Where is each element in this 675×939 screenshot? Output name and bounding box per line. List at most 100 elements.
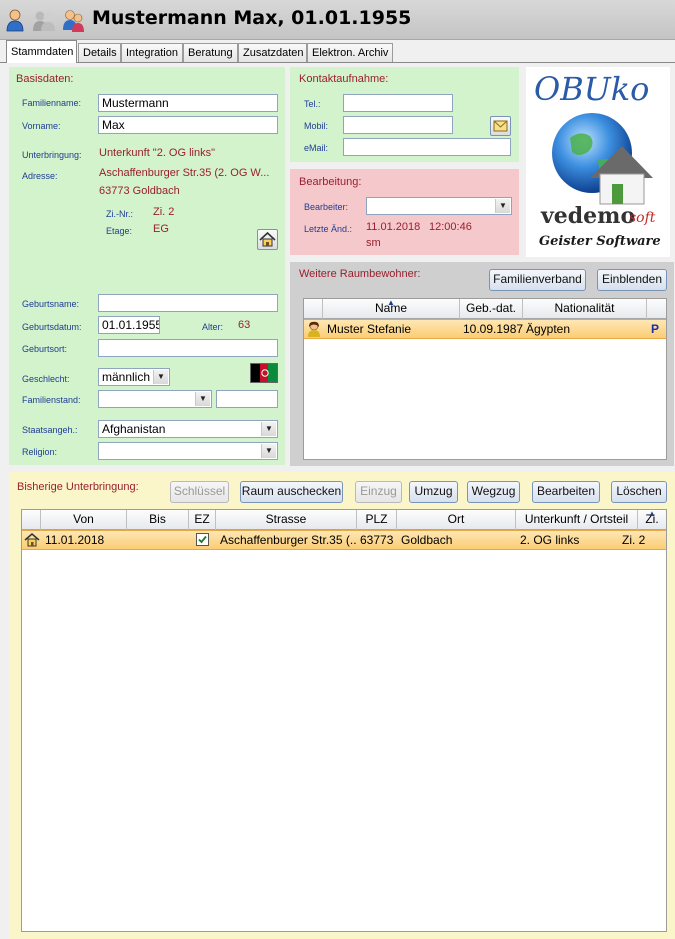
zinr-label: Zi.-Nr.: bbox=[106, 209, 133, 219]
cell-gebdat: 10.09.1987 bbox=[463, 322, 523, 336]
col-header-plz[interactable]: PLZ bbox=[357, 510, 397, 530]
bearbeiter-select[interactable]: ▼ bbox=[366, 197, 512, 215]
wegzug-button[interactable]: Wegzug bbox=[467, 481, 520, 503]
etage-value: EG bbox=[153, 223, 169, 235]
kontakt-title: Kontaktaufnahme: bbox=[299, 73, 389, 85]
letzte-aenderung-label: Letzte Änd.: bbox=[304, 224, 353, 234]
tab-zusatzdaten[interactable]: Zusatzdaten bbox=[238, 43, 307, 62]
cell-ort: Goldbach bbox=[401, 533, 453, 547]
col-header-name[interactable]: Name ▲ bbox=[323, 299, 460, 319]
adresse-label: Adresse: bbox=[22, 171, 58, 181]
tab-stammdaten[interactable]: Stammdaten bbox=[6, 40, 77, 63]
chevron-down-icon: ▼ bbox=[195, 392, 210, 406]
alter-value: 63 bbox=[238, 319, 251, 331]
afghanistan-flag-icon bbox=[250, 363, 278, 383]
familienverband-button[interactable]: Familienverband bbox=[489, 269, 586, 291]
cell-ez[interactable] bbox=[196, 531, 212, 549]
staatsangeh-select[interactable]: Afghanistan ▼ bbox=[98, 420, 278, 438]
send-mail-button[interactable] bbox=[490, 116, 511, 136]
familienstand-select[interactable]: ▼ bbox=[98, 390, 212, 408]
schluessel-button[interactable]: Schlüssel bbox=[170, 481, 229, 503]
cell-strasse: Aschaffenburger Str.35 (... bbox=[220, 533, 356, 547]
col-header-ez[interactable]: EZ bbox=[189, 510, 216, 530]
vorname-label: Vorname: bbox=[22, 121, 61, 131]
col-header-unterkunft[interactable]: Unterkunft / Ortsteil bbox=[516, 510, 638, 530]
bearbeitung-title: Bearbeitung: bbox=[299, 176, 362, 188]
adresse-line1: Aschaffenburger Str.35 (2. OG W... bbox=[99, 167, 270, 179]
family-icon[interactable] bbox=[62, 8, 84, 32]
col-header-ort[interactable]: Ort bbox=[397, 510, 516, 530]
unterbringung-grid[interactable]: Von Bis EZ Strasse PLZ Ort Unterkunft / … bbox=[21, 509, 667, 932]
tab-beratung[interactable]: Beratung bbox=[183, 43, 238, 62]
cell-bis bbox=[131, 531, 187, 549]
raumbewohner-title: Weitere Raumbewohner: bbox=[299, 268, 421, 280]
zinr-value: Zi. 2 bbox=[153, 206, 175, 218]
grid-header-flag-col bbox=[647, 299, 666, 319]
religion-select[interactable]: ▼ bbox=[98, 442, 278, 460]
vedemo-logo-text: vedemo bbox=[541, 203, 636, 229]
chevron-down-icon: ▼ bbox=[261, 444, 276, 458]
bearbeiten-button[interactable]: Bearbeiten bbox=[532, 481, 600, 503]
einblenden-button[interactable]: Einblenden bbox=[597, 269, 667, 291]
cell-plz: 63773 bbox=[360, 533, 394, 547]
col-header-nationalitaet[interactable]: Nationalität bbox=[523, 299, 647, 319]
mobil-label: Mobil: bbox=[304, 121, 329, 131]
home-icon bbox=[259, 231, 276, 247]
adresse-line2: 63773 Goldbach bbox=[99, 185, 180, 197]
geschlecht-select[interactable]: männlich ▼ bbox=[98, 368, 170, 386]
col-header-zi[interactable]: Zi. ▲ bbox=[638, 510, 666, 530]
loeschen-button[interactable]: Löschen bbox=[611, 481, 667, 503]
geschlecht-label: Geschlecht: bbox=[22, 374, 70, 384]
staatsangeh-value: Afghanistan bbox=[102, 422, 166, 436]
col-header-von[interactable]: Von bbox=[41, 510, 127, 530]
familienstand-label: Familienstand: bbox=[22, 395, 81, 405]
geschlecht-value: männlich bbox=[102, 370, 151, 384]
globe-house-logo bbox=[550, 108, 655, 211]
tab-details[interactable]: Details bbox=[78, 43, 121, 62]
unterbringung-label: Unterbringung: bbox=[22, 150, 82, 160]
grid-header-icon-col bbox=[304, 299, 323, 319]
col-header-bis[interactable]: Bis bbox=[127, 510, 189, 530]
familienstand-extra-input[interactable] bbox=[216, 390, 278, 408]
table-row[interactable]: 11.01.2018 Aschaffenburger Str.35 (... 6… bbox=[22, 530, 666, 550]
person-icon[interactable] bbox=[4, 8, 26, 32]
checkbox-checked-icon bbox=[196, 533, 209, 546]
window-title: Mustermann Max, 01.01.1955 bbox=[92, 7, 412, 29]
table-row[interactable]: Muster Stefanie 10.09.1987 Ägypten P bbox=[304, 319, 666, 339]
raumbewohner-grid[interactable]: Name ▲ Geb.-dat. Nationalität Muster Stef… bbox=[303, 298, 667, 460]
tab-elektron-archiv[interactable]: Elektron. Archiv bbox=[307, 43, 393, 62]
geburtsname-label: Geburtsname: bbox=[22, 299, 80, 309]
cell-unterkunft: 2. OG links bbox=[520, 533, 580, 547]
tel-input[interactable] bbox=[343, 94, 453, 112]
geburtsort-input[interactable] bbox=[98, 339, 278, 357]
umzug-button[interactable]: Umzug bbox=[409, 481, 458, 503]
sort-ascending-icon: ▲ bbox=[648, 510, 656, 518]
basisdaten-title: Basisdaten: bbox=[16, 73, 74, 85]
letzte-aenderung-time: 12:00:46 bbox=[429, 221, 472, 233]
persons-grey-icon[interactable] bbox=[32, 8, 55, 32]
tab-integration[interactable]: Integration bbox=[121, 43, 183, 62]
unterbringung-grid-header: Von Bis EZ Strasse PLZ Ort Unterkunft / … bbox=[22, 510, 666, 530]
unterbringung-value: Unterkunft "2. OG links" bbox=[99, 147, 216, 159]
einzug-button[interactable]: Einzug bbox=[355, 481, 402, 503]
vorname-input[interactable]: Max bbox=[98, 116, 278, 134]
cell-flag: P bbox=[651, 322, 660, 336]
col-header-gebdat[interactable]: Geb.-dat. bbox=[460, 299, 523, 319]
geister-software-text: Geister Software bbox=[539, 234, 661, 249]
col-header-strasse[interactable]: Strasse bbox=[216, 510, 357, 530]
familienname-input[interactable]: Mustermann bbox=[98, 94, 278, 112]
geburtsdatum-input[interactable]: 01.01.1955 bbox=[98, 316, 160, 334]
geburtsdatum-label: Geburtsdatum: bbox=[22, 322, 82, 332]
cell-von: 11.01.2018 bbox=[45, 533, 105, 547]
raum-auschecken-button[interactable]: Raum auschecken bbox=[240, 481, 343, 503]
raumbewohner-grid-header: Name ▲ Geb.-dat. Nationalität bbox=[304, 299, 666, 319]
chevron-down-icon: ▼ bbox=[261, 422, 276, 436]
email-input[interactable] bbox=[343, 138, 511, 156]
cell-name: Muster Stefanie bbox=[327, 322, 412, 336]
etage-label: Etage: bbox=[106, 226, 133, 236]
home-button[interactable] bbox=[257, 229, 278, 250]
religion-label: Religion: bbox=[22, 447, 58, 457]
staatsangeh-label: Staatsangeh.: bbox=[22, 425, 78, 435]
geburtsname-input[interactable] bbox=[98, 294, 278, 312]
mobil-input[interactable] bbox=[343, 116, 453, 134]
